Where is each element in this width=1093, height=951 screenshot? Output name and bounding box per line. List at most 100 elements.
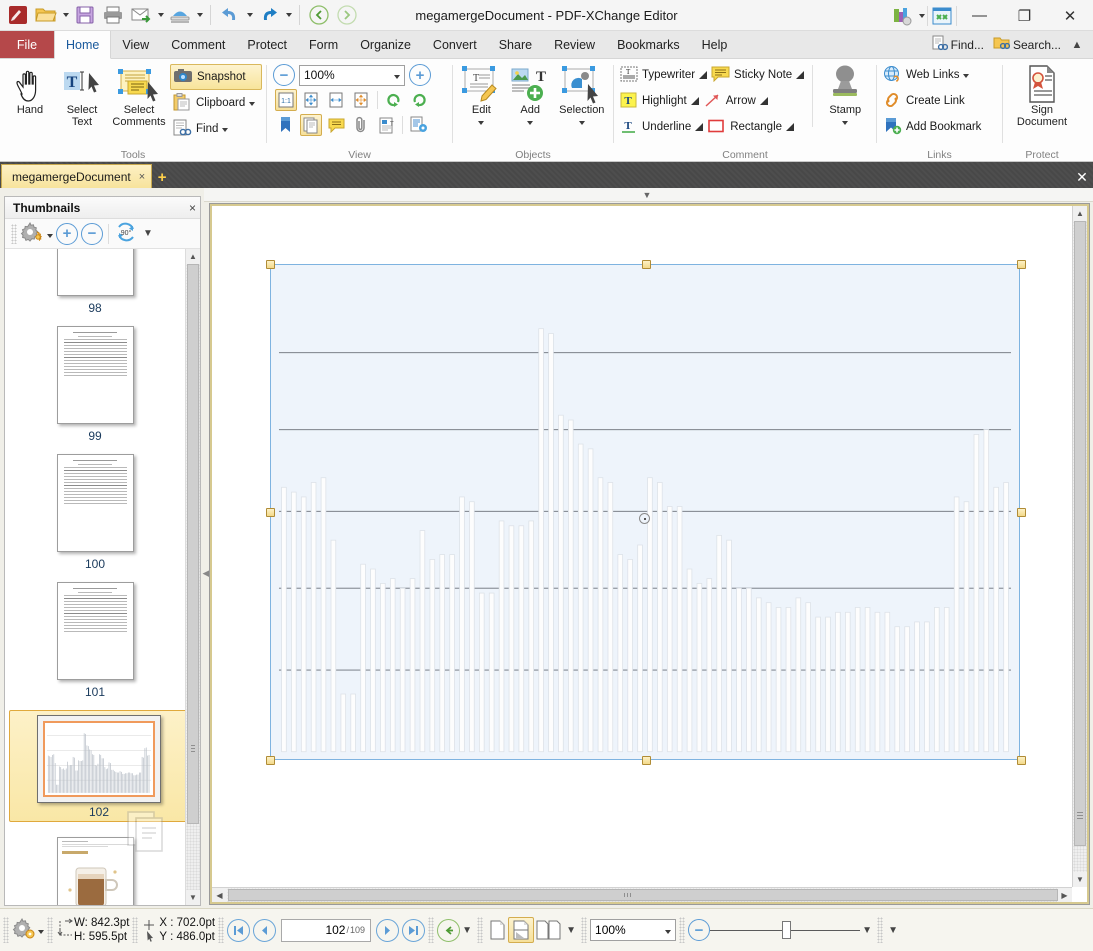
tab-share[interactable]: Share bbox=[488, 31, 543, 58]
fit-visible-icon[interactable] bbox=[350, 89, 372, 111]
fit-width-icon[interactable] bbox=[325, 89, 347, 111]
zoom-in-button[interactable]: + bbox=[409, 64, 431, 86]
theme-dropdown-caret-icon[interactable] bbox=[916, 2, 927, 30]
thumbnails-scroll-thumb[interactable] bbox=[187, 264, 199, 824]
scan-dropdown-caret-icon[interactable] bbox=[194, 1, 205, 29]
attachments-pane-icon[interactable] bbox=[350, 114, 372, 136]
arrow-caret-icon[interactable] bbox=[759, 97, 768, 105]
zoom-out-button[interactable]: − bbox=[273, 64, 295, 86]
find-tool-caret-icon[interactable] bbox=[222, 123, 228, 135]
actual-size-icon[interactable]: 1:1 bbox=[275, 89, 297, 111]
zoom-level-input[interactable]: 100% bbox=[299, 64, 405, 86]
two-page-icon[interactable] bbox=[534, 919, 564, 941]
resize-handle-bottom-right[interactable] bbox=[1017, 756, 1026, 765]
undo-icon[interactable] bbox=[216, 1, 244, 29]
rectangle-caret-icon[interactable] bbox=[786, 123, 795, 131]
stamp-caret-icon[interactable] bbox=[842, 116, 848, 128]
zoom-slider[interactable] bbox=[710, 919, 861, 941]
undo-dropdown-caret-icon[interactable] bbox=[244, 1, 255, 29]
page-number-input[interactable]: 102 / 109 bbox=[281, 918, 372, 942]
thumbnail-page-100[interactable]: 100 bbox=[5, 454, 185, 571]
selection-caret-icon[interactable] bbox=[579, 116, 585, 128]
rectangle-button[interactable]: Rectangle bbox=[705, 114, 796, 140]
find-tool-button[interactable]: Find bbox=[170, 116, 262, 142]
thumbnails-close-icon[interactable]: × bbox=[189, 201, 196, 215]
viewer-hscroll-thumb[interactable] bbox=[228, 889, 1058, 901]
web-links-caret-icon[interactable] bbox=[963, 69, 969, 81]
single-page-icon[interactable] bbox=[486, 919, 508, 941]
zoom-more-icon[interactable]: ▼ bbox=[860, 925, 874, 936]
next-page-button[interactable] bbox=[376, 918, 400, 942]
resize-handle-middle-right[interactable] bbox=[1017, 508, 1026, 517]
underline-caret-icon[interactable] bbox=[695, 123, 704, 131]
thumbnails-scroll-down-icon[interactable]: ▼ bbox=[186, 890, 200, 905]
tab-view[interactable]: View bbox=[111, 31, 160, 58]
resize-handle-top-center[interactable] bbox=[642, 260, 651, 269]
status-zoom-select[interactable]: 100% bbox=[590, 919, 677, 941]
maximize-button[interactable]: ❐ bbox=[1002, 0, 1047, 31]
thumbnail-zoom-out-button[interactable]: − bbox=[81, 222, 103, 245]
tab-comment[interactable]: Comment bbox=[160, 31, 236, 58]
viewer-scroll-right-icon[interactable]: ▶ bbox=[1057, 888, 1072, 902]
open-dropdown-caret-icon[interactable] bbox=[60, 1, 71, 29]
edit-content-button[interactable]: T Edit bbox=[457, 62, 506, 128]
page-layout-more-icon[interactable]: ▼ bbox=[564, 925, 578, 936]
snapshot-button[interactable]: Snapshot bbox=[170, 64, 262, 90]
page-canvas[interactable]: ▲ ▼ ◀ ▶ bbox=[212, 206, 1087, 902]
highlight-caret-icon[interactable] bbox=[690, 97, 699, 105]
rotate-pages-icon[interactable]: 90° bbox=[114, 221, 138, 246]
add-bookmark-button[interactable]: Add Bookmark bbox=[881, 114, 983, 140]
viewer-vertical-scrollbar[interactable]: ▲ ▼ bbox=[1072, 206, 1087, 887]
status-overflow-icon[interactable]: ▼ bbox=[886, 925, 900, 936]
tab-convert[interactable]: Convert bbox=[422, 31, 488, 58]
pane-splitter[interactable]: ◀ bbox=[202, 555, 210, 591]
arrow-button[interactable]: Arrow bbox=[701, 88, 770, 114]
web-links-button[interactable]: Web Links bbox=[881, 62, 971, 88]
fullscreen-icon[interactable] bbox=[928, 2, 956, 30]
selection-button[interactable]: Selection bbox=[555, 62, 609, 128]
viewer-horizontal-scrollbar[interactable]: ◀ ▶ bbox=[212, 887, 1072, 902]
thumbnail-page-98[interactable]: 98 bbox=[5, 249, 185, 315]
thumbnail-zoom-in-button[interactable]: + bbox=[56, 222, 78, 245]
single-page-continuous-icon[interactable] bbox=[508, 917, 535, 943]
search-button[interactable]: Search... bbox=[990, 35, 1064, 55]
rotate-right-icon[interactable] bbox=[408, 89, 430, 111]
viewer-scroll-left-icon[interactable]: ◀ bbox=[212, 888, 227, 902]
chevron-up-icon[interactable]: ▲ bbox=[1067, 35, 1087, 55]
selected-chart-object[interactable] bbox=[266, 260, 1026, 765]
thumbnails-options-caret-icon[interactable] bbox=[47, 227, 53, 241]
thumbnails-pane-icon[interactable] bbox=[300, 114, 322, 136]
gear-icon[interactable] bbox=[20, 221, 44, 246]
status-gear-icon[interactable] bbox=[12, 917, 38, 944]
stamp-button[interactable]: Stamp bbox=[819, 62, 871, 128]
comments-pane-icon[interactable] bbox=[325, 114, 347, 136]
toolbar-grip[interactable] bbox=[11, 223, 17, 244]
forward-icon[interactable] bbox=[333, 1, 361, 29]
navigate-back-button[interactable] bbox=[437, 918, 461, 942]
resize-handle-bottom-left[interactable] bbox=[266, 756, 275, 765]
hand-tool-button[interactable]: Hand bbox=[4, 62, 56, 116]
thumbnail-page-102[interactable]: 102 bbox=[9, 710, 189, 822]
sign-document-button[interactable]: Sign Document bbox=[1007, 62, 1077, 128]
email-icon[interactable] bbox=[127, 1, 155, 29]
status-zoom-caret-icon[interactable] bbox=[665, 923, 671, 937]
thumbnails-more-icon[interactable]: ▼ bbox=[141, 228, 155, 239]
typewriter-button[interactable]: T Typewriter bbox=[618, 62, 709, 88]
save-icon[interactable] bbox=[71, 1, 99, 29]
tab-file[interactable]: File bbox=[0, 31, 54, 58]
select-text-button[interactable]: T Select Text bbox=[56, 62, 108, 128]
first-page-button[interactable] bbox=[227, 918, 251, 942]
pane-collapse-strip[interactable]: ▼ bbox=[204, 188, 1093, 202]
resize-handle-top-right[interactable] bbox=[1017, 260, 1026, 269]
tab-home[interactable]: Home bbox=[54, 31, 112, 59]
thumbnails-scroll-up-icon[interactable]: ▲ bbox=[186, 249, 200, 264]
thumbnails-list[interactable]: 98 99 100 101 102 ▲ ▼ bbox=[5, 249, 200, 905]
add-content-caret-icon[interactable] bbox=[527, 116, 533, 128]
clipboard-button[interactable]: Clipboard bbox=[170, 90, 262, 116]
underline-button[interactable]: T Underline bbox=[618, 114, 705, 140]
scan-icon[interactable] bbox=[166, 1, 194, 29]
thumbnail-page-101[interactable]: 101 bbox=[5, 582, 185, 699]
rotation-handle[interactable] bbox=[639, 513, 650, 524]
close-button[interactable]: ✕ bbox=[1047, 0, 1093, 31]
tab-protect[interactable]: Protect bbox=[236, 31, 298, 58]
